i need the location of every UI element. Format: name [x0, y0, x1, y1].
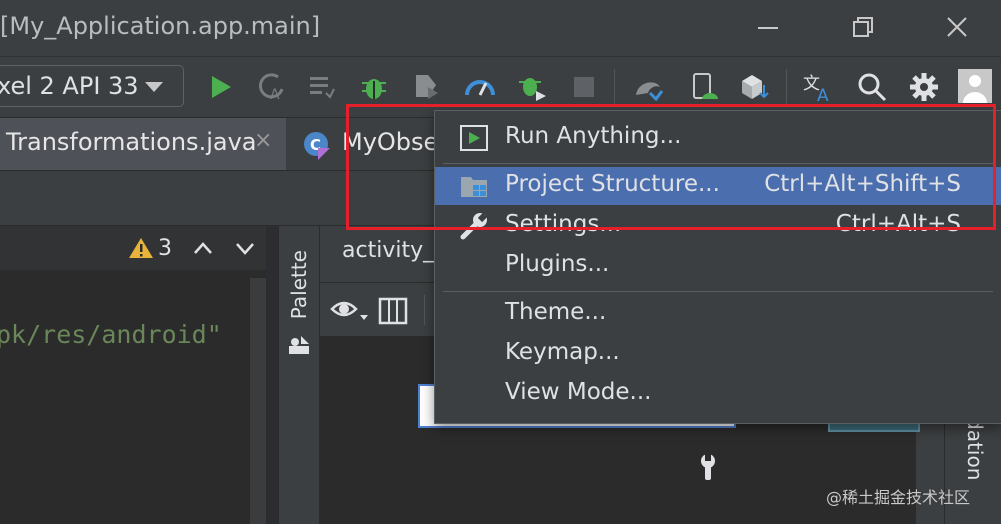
toolbar-separator	[614, 69, 615, 105]
title-bar: [My_Application.app.main]	[0, 0, 1001, 56]
debug-icon[interactable]	[358, 71, 390, 103]
eye-icon[interactable]	[330, 295, 370, 327]
minimize-button[interactable]	[748, 10, 788, 46]
palette-tool-window-strip[interactable]: Palette	[278, 226, 320, 524]
toolbar-separator	[424, 295, 425, 325]
palette-label: Palette	[287, 250, 311, 320]
apply-changes-icon[interactable]: A	[256, 71, 288, 103]
profile-icon[interactable]	[410, 71, 442, 103]
warning-count: 3	[158, 236, 172, 261]
close-window-button[interactable]	[936, 10, 976, 46]
close-tab-icon[interactable]: ×	[254, 128, 272, 153]
svg-text:A: A	[270, 87, 280, 103]
device-selector[interactable]: xel 2 API 33	[0, 65, 184, 107]
tab-transformations[interactable]: Transformations.java ×	[0, 118, 286, 170]
kotlin-class-icon: C	[302, 130, 332, 160]
watermark: @稀土掘金技术社区	[826, 488, 971, 507]
settings-icon[interactable]	[908, 71, 940, 103]
warning-icon[interactable]	[128, 236, 154, 260]
restore-button[interactable]	[842, 10, 882, 46]
sdk-manager-icon[interactable]	[738, 71, 770, 103]
menu-item-keymap[interactable]: Keymap...	[435, 335, 1001, 373]
menu-item-label: Theme...	[505, 299, 607, 325]
window-title: [My_Application.app.main]	[0, 12, 321, 40]
inspection-bar: 3	[0, 226, 266, 270]
menu-item-label: Keymap...	[505, 339, 620, 365]
split-view-icon[interactable]	[378, 297, 408, 325]
apply-code-changes-icon[interactable]	[306, 71, 338, 103]
wrench-icon	[696, 452, 720, 482]
svg-text:A: A	[817, 86, 829, 103]
run-icon[interactable]	[204, 71, 236, 103]
code-line: pk/res/android"	[0, 320, 222, 349]
sync-gradle-icon[interactable]	[632, 71, 664, 103]
debug-attach-icon[interactable]	[516, 71, 548, 103]
stop-icon[interactable]	[568, 71, 600, 103]
menu-item-label: View Mode...	[505, 379, 652, 405]
toolbar-separator	[786, 69, 787, 105]
chevron-up-icon[interactable]	[192, 238, 214, 258]
code-editor[interactable]: 3 pk/res/android"	[0, 226, 266, 524]
device-label: xel 2 API 33	[0, 72, 139, 100]
layout-file-tab[interactable]: activity_	[342, 238, 434, 263]
menu-item-plugins[interactable]: Plugins...	[435, 247, 1001, 285]
editor-scrollbar[interactable]	[250, 278, 266, 524]
tab-label: Transformations.java	[6, 128, 257, 156]
menu-item-view-mode[interactable]: View Mode...	[435, 375, 1001, 413]
menu-item-label: Plugins...	[505, 251, 610, 277]
chevron-down-icon[interactable]	[234, 238, 256, 258]
menu-item-theme[interactable]: Theme...	[435, 295, 1001, 333]
translate-icon[interactable]: 文A	[802, 71, 834, 106]
attach-debugger-icon[interactable]	[464, 71, 496, 103]
menu-separator	[443, 291, 993, 292]
highlight-box	[346, 104, 996, 230]
account-icon[interactable]	[958, 69, 992, 103]
palette-icon	[287, 334, 311, 356]
device-manager-icon[interactable]	[688, 71, 720, 103]
chevron-down-icon	[145, 82, 163, 92]
search-icon[interactable]	[856, 71, 888, 103]
